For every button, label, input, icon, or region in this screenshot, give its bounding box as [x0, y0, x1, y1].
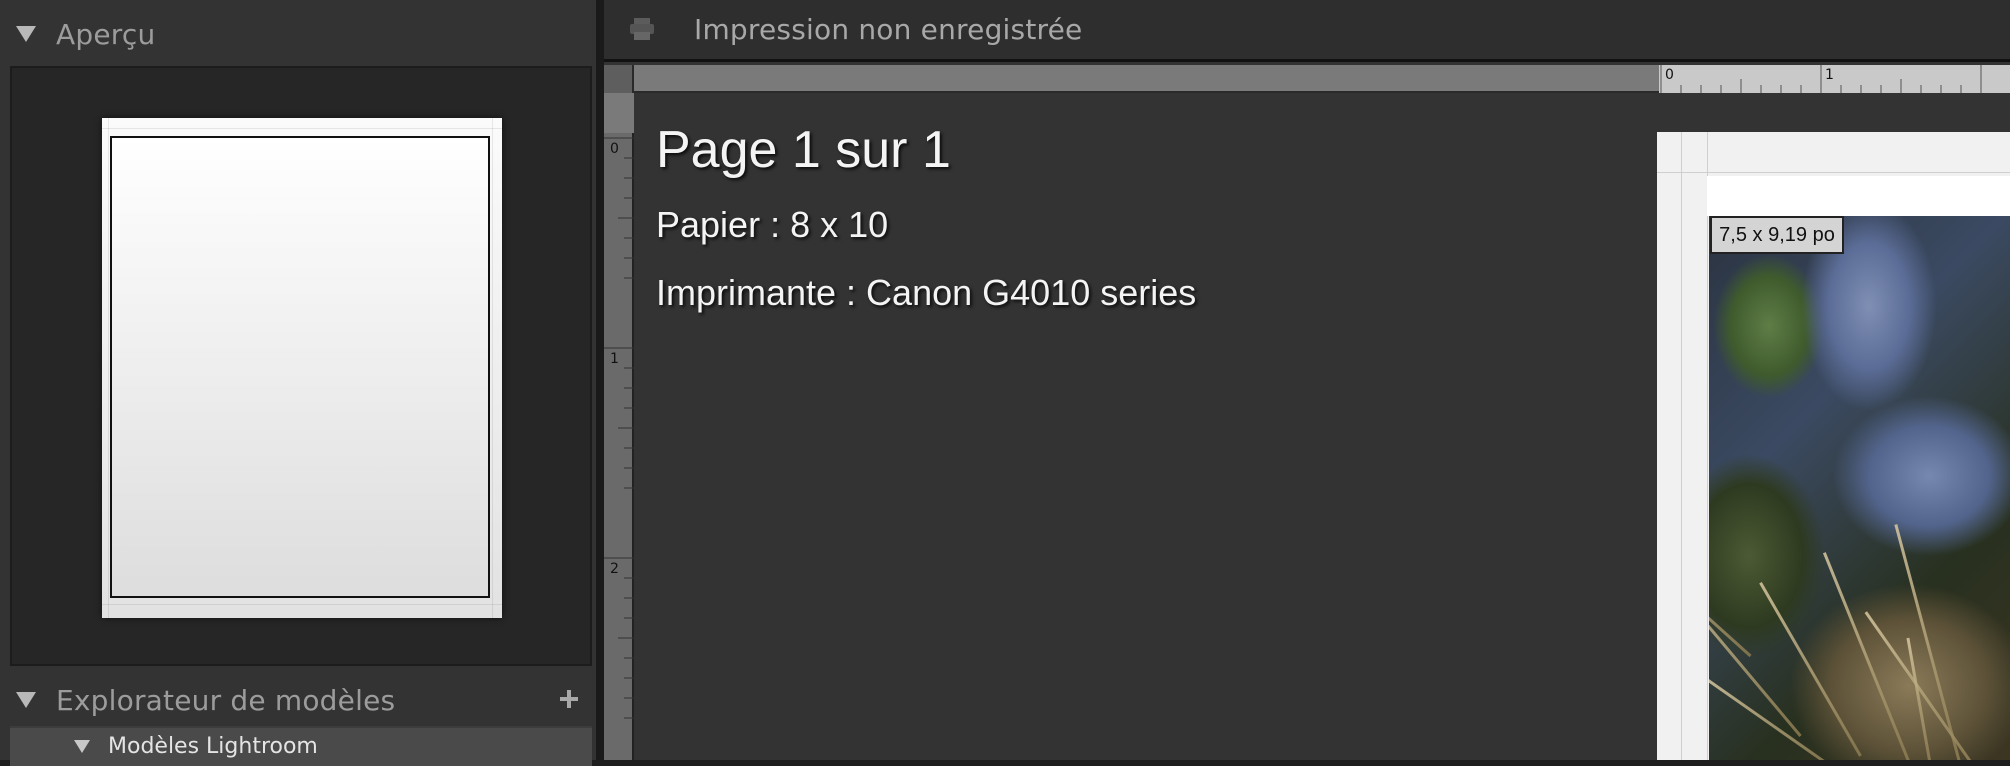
ruler-label: 1: [610, 351, 619, 367]
preview-section-header[interactable]: Aperçu: [0, 2, 596, 66]
margin-guide: [102, 604, 502, 605]
margin-guide[interactable]: [1707, 132, 1708, 760]
ruler-label: 0: [1665, 67, 1674, 83]
photo-detail: [1709, 534, 1752, 658]
page-info-overlay: Page 1 sur 1 Papier : 8 x 10 Imprimante …: [656, 120, 1196, 340]
ruler-label: 1: [1825, 67, 1834, 83]
preview-section-title: Aperçu: [56, 17, 156, 51]
margin-guide: [108, 118, 109, 618]
paper-size: Papier : 8 x 10: [656, 204, 889, 245]
photo-size-label: 7,5 x 9,19 po: [1710, 216, 1844, 254]
image-cell-preview: [110, 136, 490, 598]
photo-detail: [1894, 524, 1962, 760]
printer-name: Imprimante : Canon G4010 series: [656, 272, 1197, 313]
ruler-label: 0: [610, 141, 619, 157]
template-folder-label: Modèles Lightroom: [108, 733, 318, 759]
template-browser-header[interactable]: Explorateur de modèles: [0, 668, 596, 732]
horizontal-ruler: 0 1: [604, 65, 2010, 93]
photo-cell[interactable]: [1709, 216, 2010, 760]
ruler-corner: [604, 65, 634, 93]
main-print-area: Impression non enregistrée 0 1 0 1 2 Pag…: [604, 0, 2010, 760]
ruler-active-region: 0 1: [1659, 65, 2010, 93]
margin-guide: [102, 128, 502, 129]
template-browser-title: Explorateur de modèles: [56, 683, 396, 717]
ruler-label: 2: [610, 561, 619, 577]
margin-guide: [492, 118, 493, 618]
paper-preview-thumbnail: [102, 118, 502, 618]
print-title: Impression non enregistrée: [694, 13, 1083, 46]
margin-guide[interactable]: [1657, 172, 2010, 173]
template-list: Modèles Lightroom: [10, 726, 592, 766]
photo-detail: [1709, 678, 1832, 760]
collapse-triangle-icon[interactable]: [16, 692, 36, 708]
page-top-area: [1707, 176, 2010, 216]
template-folder-lightroom[interactable]: Modèles Lightroom: [10, 728, 592, 764]
plus-icon[interactable]: [554, 684, 584, 714]
panel-divider[interactable]: [596, 0, 604, 760]
toolbar: Impression non enregistrée: [604, 0, 2010, 62]
left-panel: Aperçu Explorateur de modèles Modèles Li…: [0, 0, 602, 766]
vertical-ruler: 0 1 2: [604, 93, 634, 760]
page-count: Page 1 sur 1: [656, 121, 951, 179]
folder-expand-icon[interactable]: [74, 739, 90, 753]
preview-panel: [10, 66, 592, 666]
collapse-triangle-icon[interactable]: [16, 26, 36, 42]
margin-guide[interactable]: [1681, 132, 1682, 760]
print-icon[interactable]: [622, 10, 662, 50]
